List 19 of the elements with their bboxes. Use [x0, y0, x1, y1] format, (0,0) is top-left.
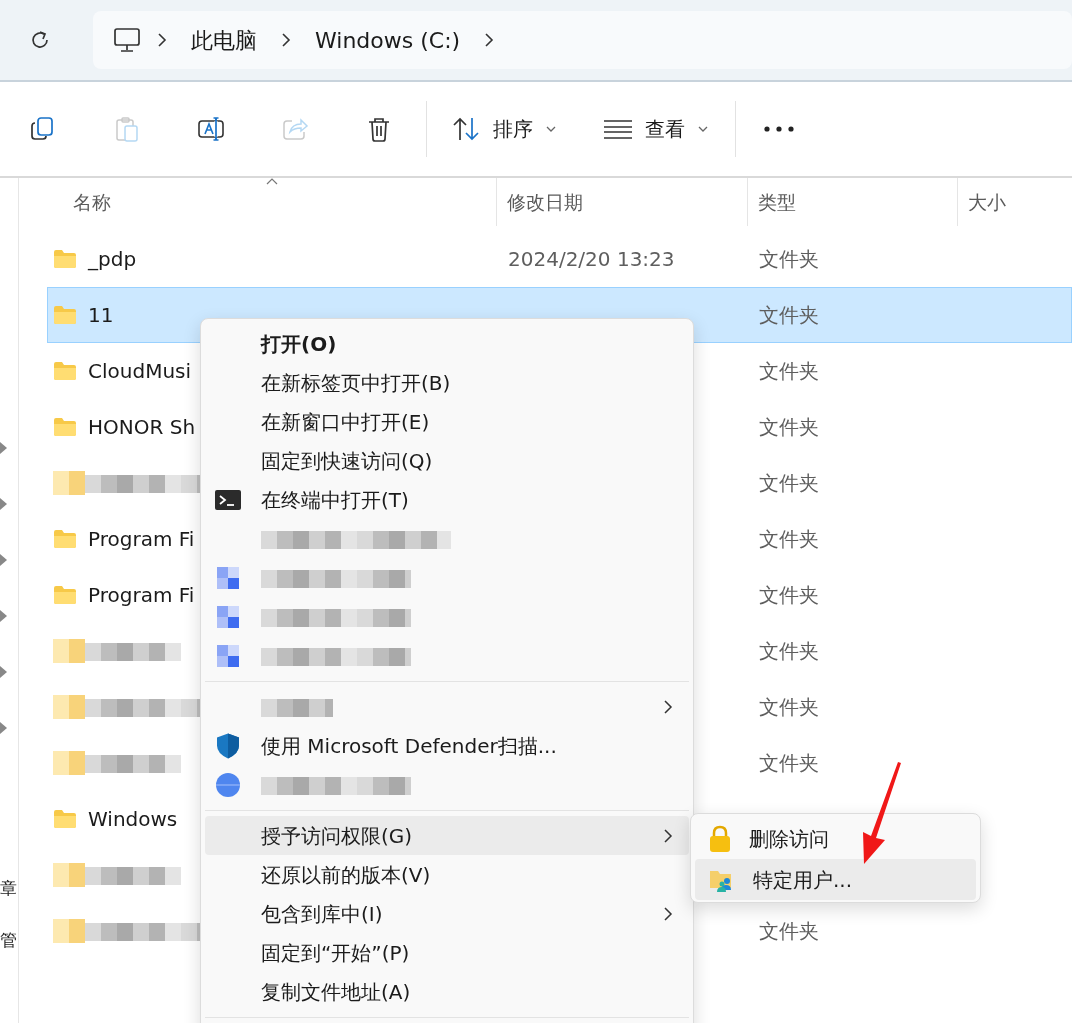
file-name: _pdp: [88, 246, 137, 273]
file-name: Program Fi: [88, 526, 195, 553]
file-type: 文件夹: [758, 639, 819, 663]
file-type: 文件夹: [758, 303, 819, 327]
file-type: 文件夹: [758, 583, 819, 607]
file-name: 11: [88, 302, 114, 329]
file-name: Windows: [88, 806, 178, 833]
file-name: CloudMusi: [88, 358, 192, 385]
file-type: 文件夹: [758, 919, 819, 943]
file-type: 文件夹: [758, 527, 819, 551]
file-type: 文件夹: [758, 751, 819, 775]
file-name: HONOR Sh: [88, 414, 196, 441]
modified-date: 2024/2/20 13:23: [507, 247, 675, 271]
file-type: 文件夹: [758, 415, 819, 439]
file-type: 文件夹: [758, 471, 819, 495]
file-type: 文件夹: [758, 359, 819, 383]
file-name: Program Fi: [88, 582, 195, 609]
file-type: 文件夹: [758, 695, 819, 719]
file-type: 文件夹: [758, 247, 819, 271]
